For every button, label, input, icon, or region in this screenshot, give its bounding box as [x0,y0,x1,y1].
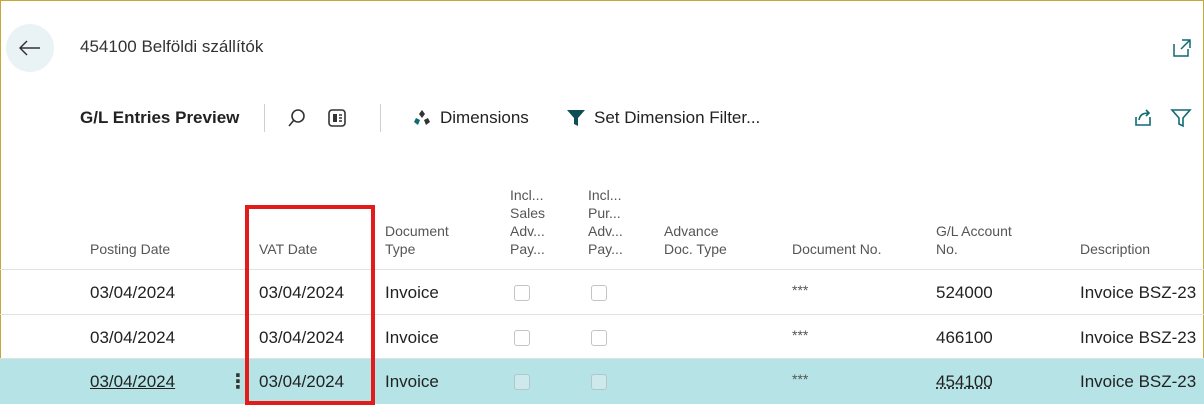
vat-date-cell[interactable]: 03/04/2024 [259,270,344,315]
back-button[interactable] [6,24,54,72]
arrow-left-icon [19,40,41,56]
posting-date-cell[interactable]: 03/04/2024 [90,359,175,404]
gl-account-no-cell[interactable]: 466100 [936,315,993,360]
gl-account-no-cell[interactable]: 524000 [936,270,993,315]
dimensions-button[interactable]: Dimensions [412,100,529,136]
action-bar: G/L Entries Preview Dimensions Set Dimen… [80,100,1204,136]
set-dimension-filter-label: Set Dimension Filter... [594,108,760,128]
search-icon[interactable] [286,100,312,136]
header-advance-doc-type[interactable]: Advance Doc. Type [664,222,727,258]
set-dimension-filter-button[interactable]: Set Dimension Filter... [566,100,760,136]
description-cell[interactable]: Invoice BSZ-23 [1080,270,1196,315]
document-type-cell[interactable]: Invoice [385,359,439,404]
gl-account-no-cell[interactable]: 454100 [936,359,993,404]
document-no-cell[interactable]: *** [792,315,808,360]
description-cell[interactable]: Invoice BSZ-23 [1080,359,1196,404]
header-incl-sales-adv-pay[interactable]: Incl... Sales Adv... Pay... [510,186,545,258]
incl-pur-adv-pay-checkbox[interactable] [591,359,607,404]
row-actions-ellipsis-icon[interactable]: ⋮ [228,359,248,404]
header-gl-account-no[interactable]: G/L Account No. [936,222,1012,258]
toolbar-divider [264,104,265,132]
header-incl-pur-adv-pay[interactable]: Incl... Pur... Adv... Pay... [588,186,623,258]
document-no-cell[interactable]: *** [792,270,808,315]
incl-sales-adv-pay-checkbox[interactable] [514,270,530,315]
incl-pur-adv-pay-checkbox[interactable] [591,315,607,360]
incl-sales-adv-pay-checkbox[interactable] [514,359,530,404]
incl-sales-adv-pay-checkbox[interactable] [514,315,530,360]
table-row-selected[interactable]: 03/04/2024 ⋮ 03/04/2024 Invoice *** 4541… [0,359,1204,404]
list-view-icon[interactable] [326,100,352,136]
page-tab-title[interactable]: G/L Entries Preview [80,100,239,136]
share-icon[interactable] [1132,100,1156,136]
toolbar-divider [380,104,381,132]
header-document-no[interactable]: Document No. [792,240,881,258]
table-row[interactable]: 03/04/2024 03/04/2024 Invoice *** 524000… [0,270,1204,315]
incl-pur-adv-pay-checkbox[interactable] [591,270,607,315]
open-in-new-window-icon[interactable] [1170,36,1194,60]
header-description[interactable]: Description [1080,240,1150,258]
filter-pane-icon[interactable] [1170,100,1194,136]
posting-date-cell[interactable]: 03/04/2024 [90,315,175,360]
header-posting-date[interactable]: Posting Date [90,240,170,258]
document-type-cell[interactable]: Invoice [385,315,439,360]
posting-date-cell[interactable]: 03/04/2024 [90,270,175,315]
description-cell[interactable]: Invoice BSZ-23 [1080,315,1196,360]
document-no-cell[interactable]: *** [792,359,808,404]
document-type-cell[interactable]: Invoice [385,270,439,315]
filter-icon [566,108,586,128]
column-headers: Posting Date VAT Date Document Type Incl.… [0,150,1204,266]
table-row[interactable]: 03/04/2024 03/04/2024 Invoice *** 466100… [0,315,1204,360]
vat-date-cell[interactable]: 03/04/2024 [259,359,344,404]
dimensions-label: Dimensions [440,108,529,128]
page-title: 454100 Belföldi szállítók [80,37,263,57]
header-document-type[interactable]: Document Type [385,222,449,258]
header-vat-date[interactable]: VAT Date [259,240,317,258]
dimensions-icon [412,108,432,128]
vat-date-cell[interactable]: 03/04/2024 [259,315,344,360]
